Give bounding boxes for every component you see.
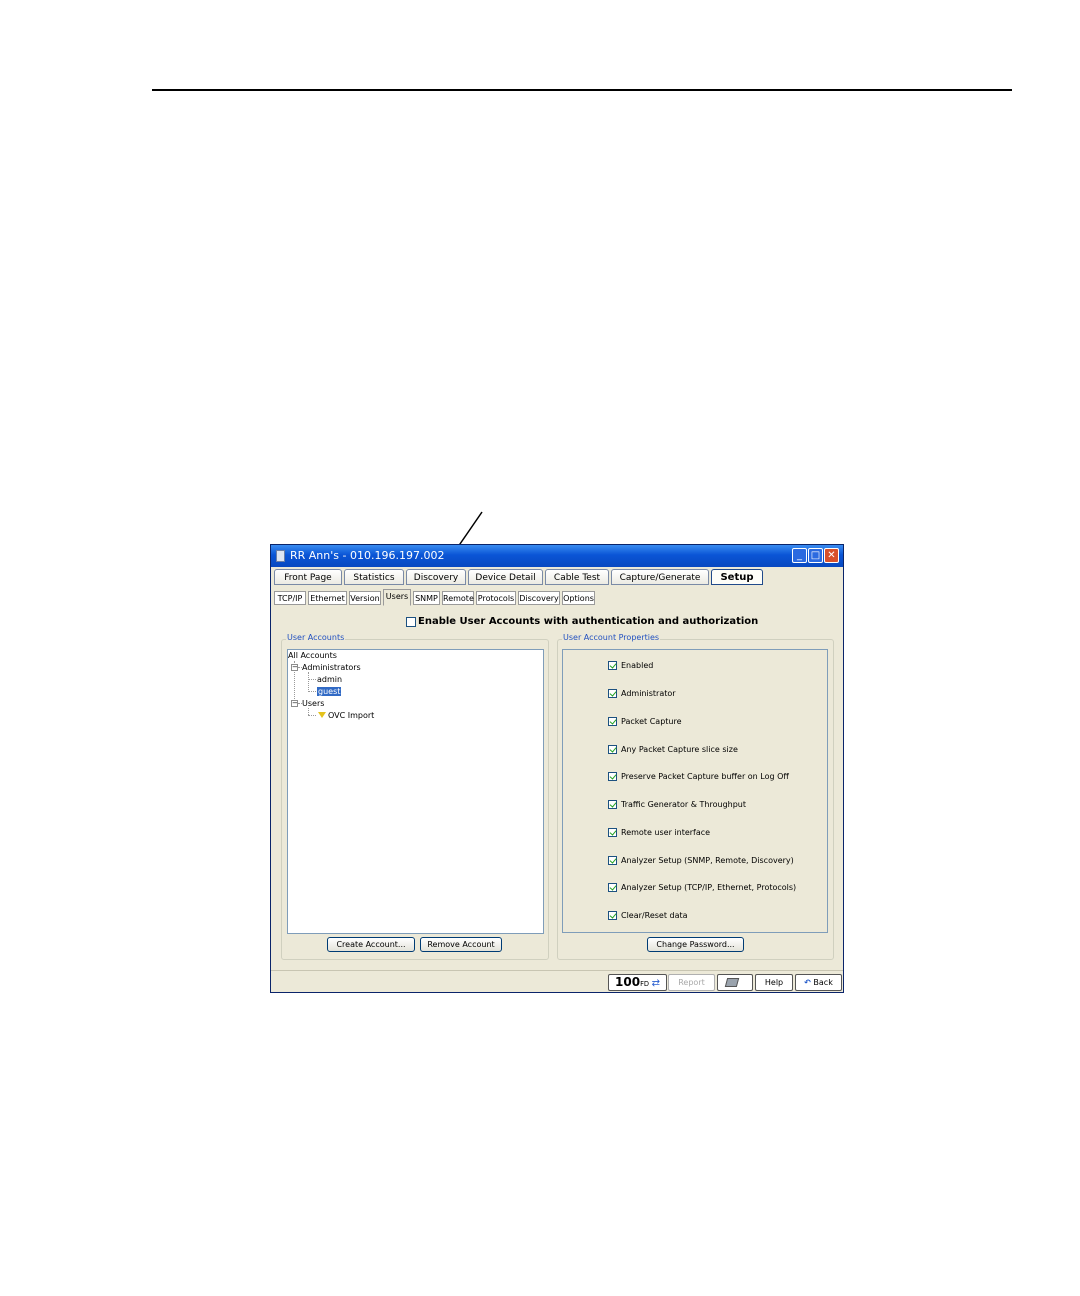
tree-node-admin[interactable]: admin (317, 675, 342, 684)
create-account-button[interactable]: Create Account... (327, 937, 415, 952)
link-speed-button[interactable]: 100FD ⇄ (608, 974, 667, 991)
property-label: Any Packet Capture slice size (621, 745, 738, 754)
property-label: Traffic Generator & Throughput (621, 800, 746, 809)
tab-users[interactable]: Users (383, 589, 411, 606)
maximize-button[interactable]: □ (808, 548, 823, 563)
property-checkbox[interactable] (608, 883, 617, 892)
property-checkbox[interactable] (608, 661, 617, 670)
main-tab-bar: Front Page Statistics Discovery Device D… (273, 569, 843, 587)
properties-legend: User Account Properties (562, 633, 661, 642)
tab-cable-test[interactable]: Cable Test (545, 569, 609, 585)
tree-node-ovc-import[interactable]: OVC Import (328, 711, 374, 720)
enable-accounts-checkbox[interactable] (406, 617, 416, 627)
property-label: Administrator (621, 689, 676, 698)
report-button[interactable]: Report (668, 974, 715, 991)
window-title: RR Ann's - 010.196.197.002 (290, 549, 445, 562)
back-button[interactable]: ↶ Back (795, 974, 842, 991)
close-button[interactable]: ✕ (824, 548, 839, 563)
tree-guide-line (308, 715, 316, 716)
tab-discovery[interactable]: Discovery (406, 569, 466, 585)
property-checkbox[interactable] (608, 856, 617, 865)
property-label: Analyzer Setup (SNMP, Remote, Discovery) (621, 856, 794, 865)
properties-list: Enabled Administrator Packet Capture Any… (562, 649, 828, 933)
tab-capture-generate[interactable]: Capture/Generate (611, 569, 709, 585)
tree-node-administrators[interactable]: Administrators (302, 663, 361, 672)
link-speed-unit: FD (640, 980, 650, 988)
status-bar: 100FD ⇄ Report Help ↶ Back (271, 970, 843, 993)
analyzer-window: RR Ann's - 010.196.197.002 _ □ ✕ Front P… (270, 544, 844, 993)
tab-snmp[interactable]: SNMP (413, 591, 440, 605)
print-button[interactable] (717, 974, 753, 991)
tab-ethernet[interactable]: Ethernet (308, 591, 347, 605)
tree-guide-line (308, 691, 316, 692)
tree-guide-line (308, 672, 309, 690)
tab-front-page[interactable]: Front Page (274, 569, 342, 585)
tab-setup[interactable]: Setup (711, 569, 763, 585)
property-checkbox[interactable] (608, 717, 617, 726)
enable-accounts-label: Enable User Accounts with authentication… (418, 616, 759, 627)
user-accounts-legend: User Accounts (286, 633, 346, 642)
property-label: Packet Capture (621, 717, 682, 726)
tree-node-guest[interactable]: guest (317, 687, 342, 696)
link-speed-value: 100 (615, 975, 641, 989)
property-checkbox[interactable] (608, 828, 617, 837)
tab-discovery-options[interactable]: Discovery (518, 591, 560, 605)
tree-guide-line (308, 679, 316, 680)
tab-options[interactable]: Options (562, 591, 595, 605)
tree-guide-line (308, 708, 309, 715)
page-header-rule (152, 89, 1012, 91)
property-checkbox[interactable] (608, 800, 617, 809)
property-label: Clear/Reset data (621, 911, 688, 920)
help-button[interactable]: Help (755, 974, 793, 991)
property-label: Remote user interface (621, 828, 711, 837)
setup-sub-tab-bar: TCP/IP Ethernet Version Users SNMP Remot… (274, 589, 842, 606)
property-checkbox[interactable] (608, 689, 617, 698)
remove-account-button[interactable]: Remove Account (420, 937, 502, 952)
tree-node-all-accounts[interactable]: All Accounts (288, 651, 337, 660)
user-icon (318, 712, 326, 718)
tab-statistics[interactable]: Statistics (344, 569, 404, 585)
printer-icon (724, 978, 740, 987)
property-label: Enabled (621, 661, 654, 670)
change-password-button[interactable]: Change Password... (647, 937, 744, 952)
collapse-administrators-icon[interactable]: − (291, 664, 298, 671)
tab-remote[interactable]: Remote (442, 591, 474, 605)
property-label: Analyzer Setup (TCP/IP, Ethernet, Protoc… (621, 883, 797, 892)
collapse-users-icon[interactable]: − (291, 700, 298, 707)
back-arrow-icon: ↶ (804, 978, 811, 987)
account-tree[interactable]: All Accounts − Administrators admin gues… (287, 649, 544, 934)
app-icon (276, 550, 285, 562)
link-arrows-icon: ⇄ (651, 978, 660, 989)
property-checkbox[interactable] (608, 911, 617, 920)
property-label: Preserve Packet Capture buffer on Log Of… (621, 772, 789, 781)
property-checkbox[interactable] (608, 745, 617, 754)
back-label: Back (813, 978, 833, 987)
minimize-button[interactable]: _ (792, 548, 807, 563)
property-checkbox[interactable] (608, 772, 617, 781)
tab-protocols[interactable]: Protocols (476, 591, 516, 605)
title-bar[interactable]: RR Ann's - 010.196.197.002 _ □ ✕ (271, 545, 843, 567)
tab-tcp-ip[interactable]: TCP/IP (274, 591, 306, 605)
tab-device-detail[interactable]: Device Detail (468, 569, 543, 585)
tree-node-users[interactable]: Users (302, 699, 324, 708)
tab-version[interactable]: Version (349, 591, 381, 605)
